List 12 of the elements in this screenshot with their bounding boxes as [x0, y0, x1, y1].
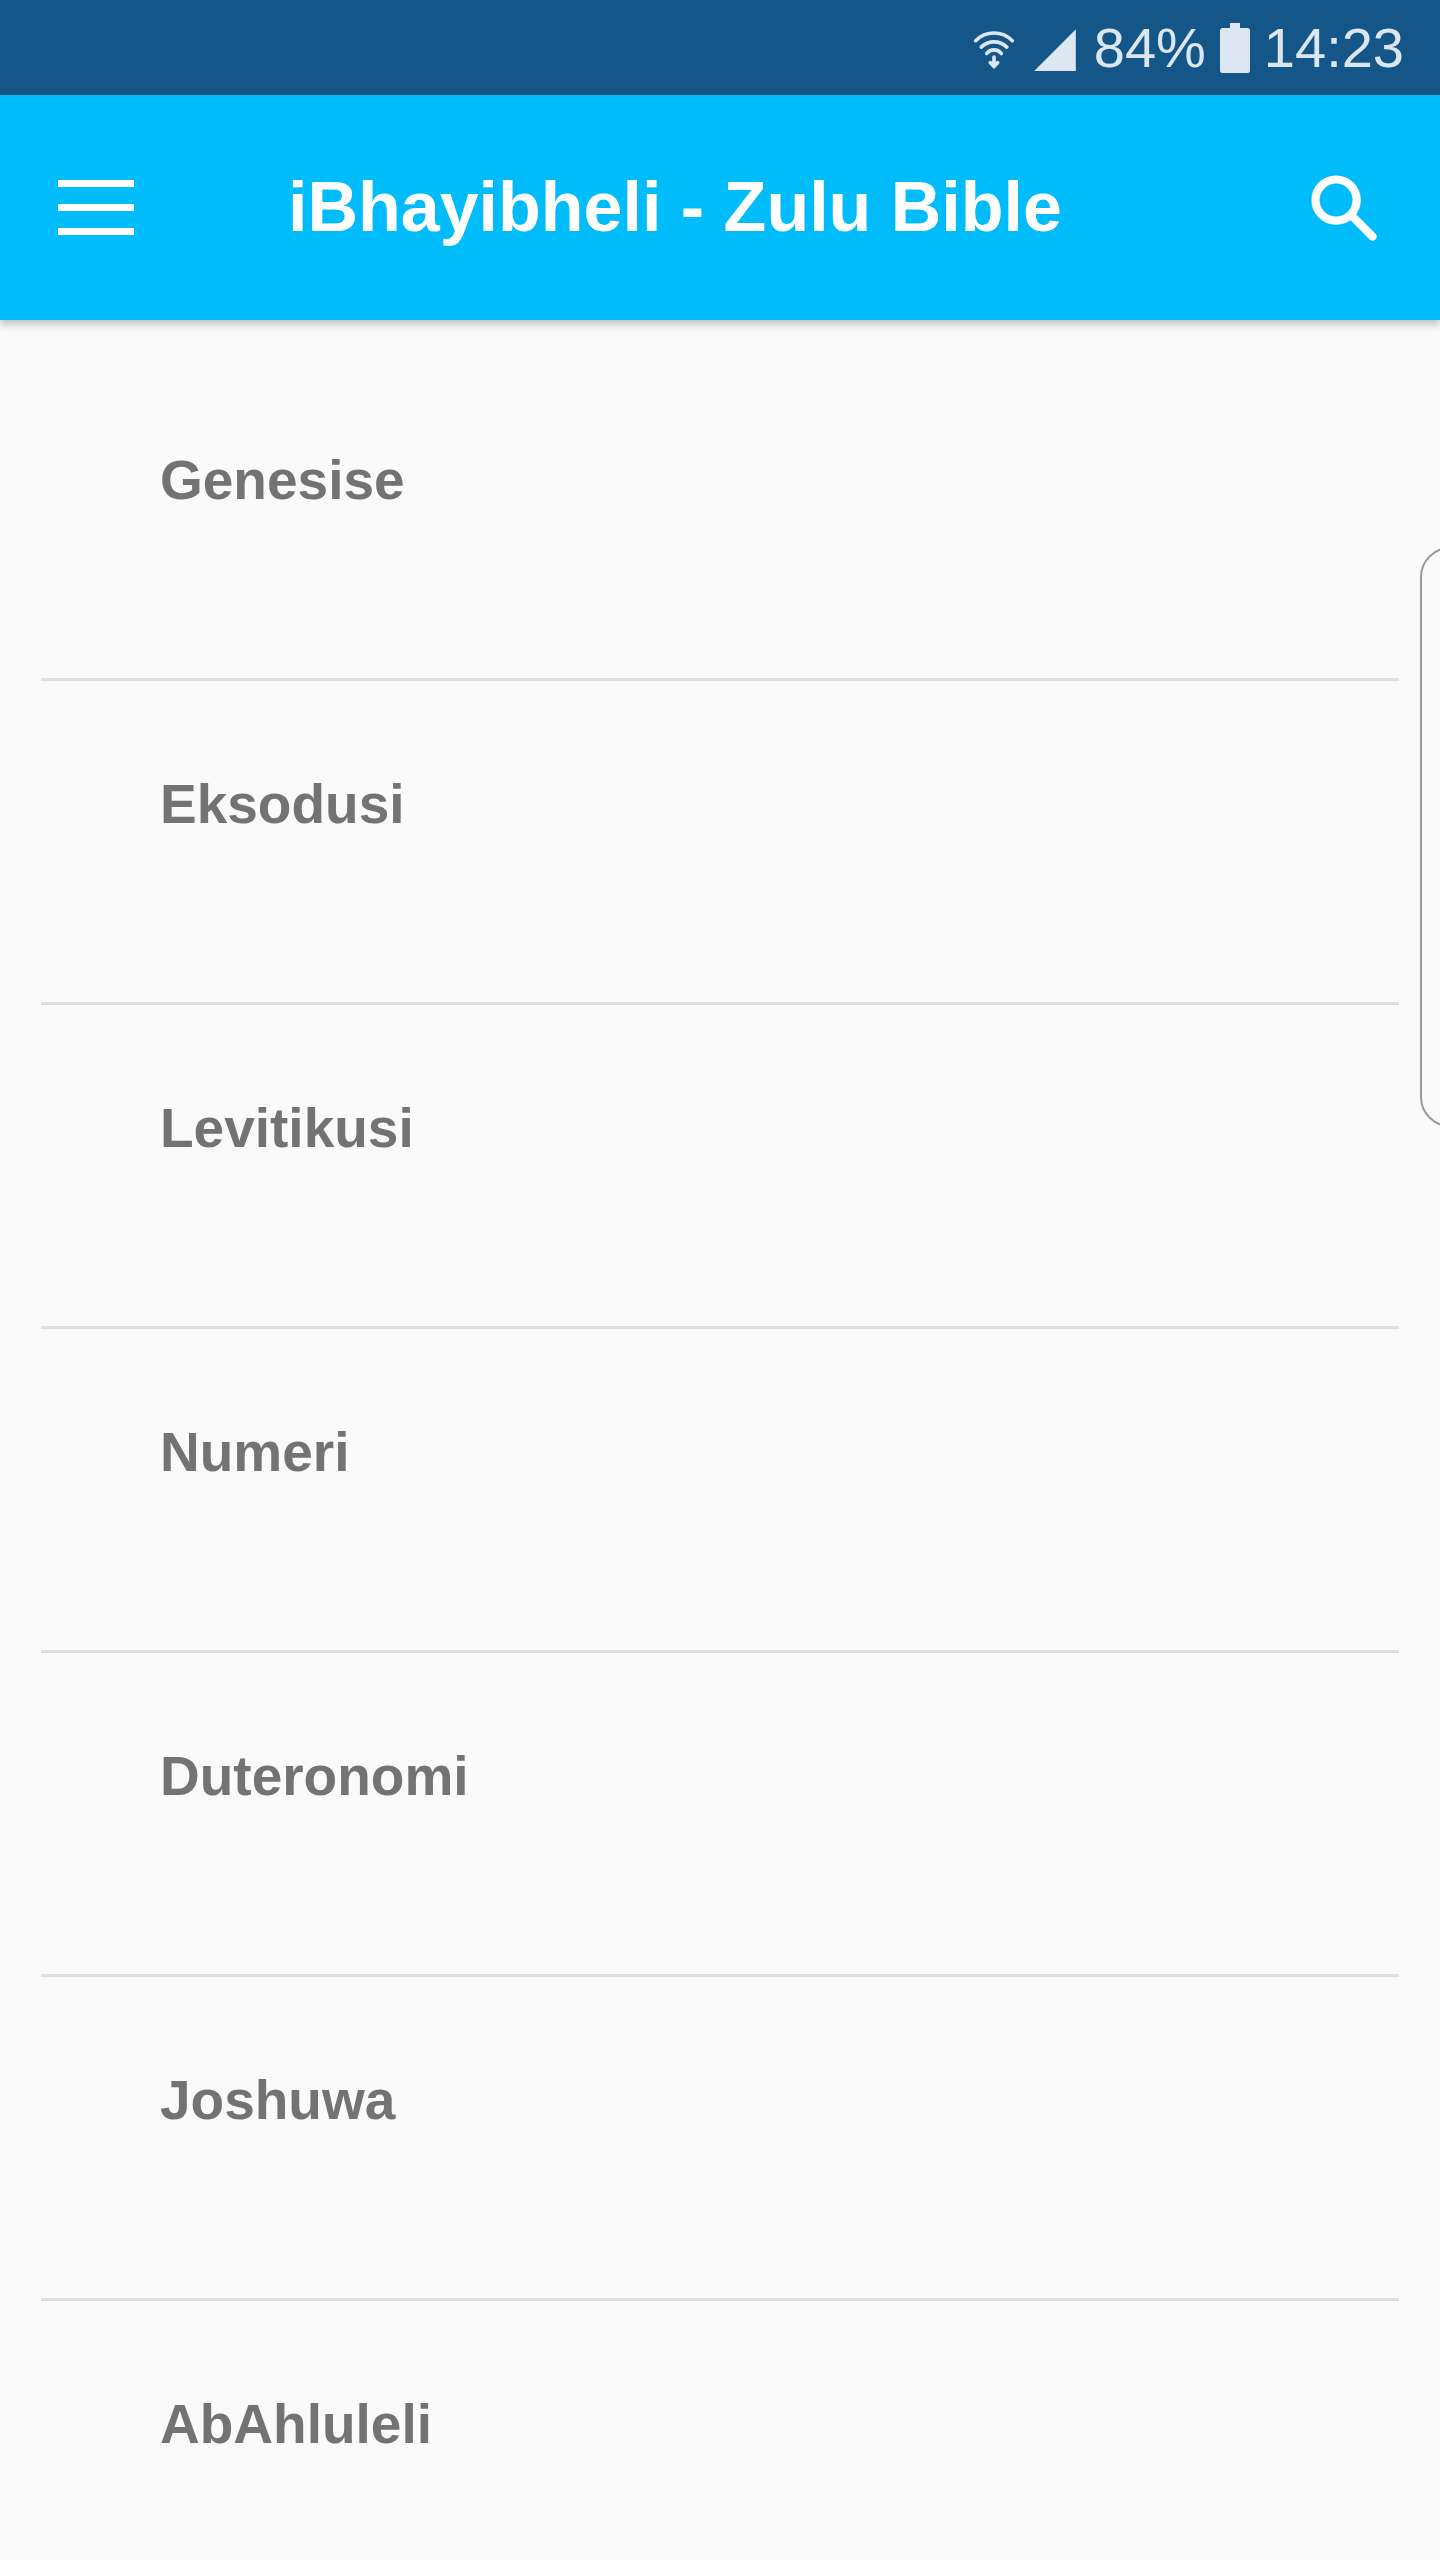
battery-icon [1219, 22, 1250, 73]
book-item[interactable]: Joshuwa [160, 2067, 396, 2133]
book-item[interactable]: Genesise [160, 447, 405, 513]
battery-percentage: 84% [1093, 19, 1206, 76]
book-item[interactable]: Eksodusi [160, 771, 405, 837]
clock-time: 14:23 [1263, 19, 1404, 76]
app-title: iBhayibheli - Zulu Bible [288, 167, 1062, 248]
book-item[interactable]: AbAhluleli [160, 2391, 432, 2457]
book-item[interactable]: Numeri [160, 1419, 350, 1485]
book-item[interactable]: Levitikusi [160, 1095, 414, 1161]
menu-icon [58, 179, 134, 236]
book-item[interactable]: Duteronomi [160, 1743, 469, 1809]
